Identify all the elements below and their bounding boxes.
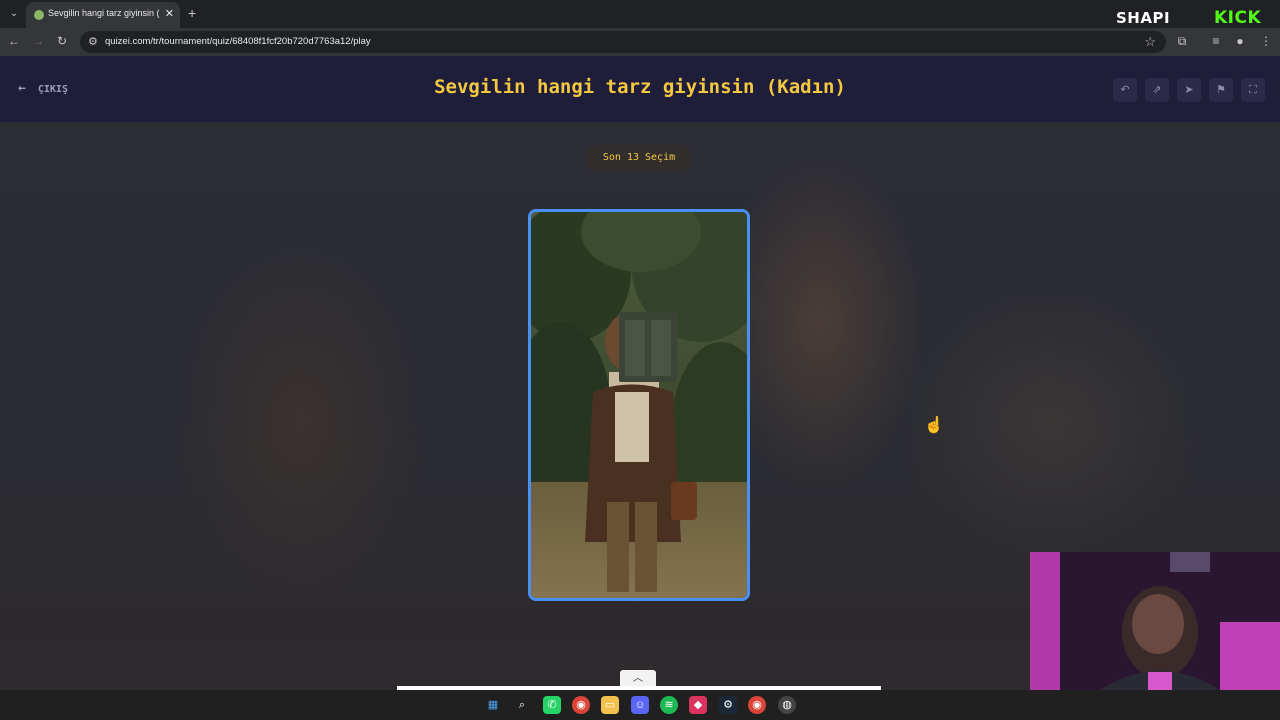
kick-logo: KICK — [1214, 8, 1262, 28]
menu-icon[interactable]: ⋮ — [1258, 34, 1274, 48]
os-taskbar: ▦ ⌕ ✆ ◉ ▭ ☺ ≋ ◆ ⚙ ◉ ◍ — [0, 690, 1280, 720]
media-icon[interactable]: ≡ — [1208, 34, 1224, 48]
chrome-icon[interactable]: ◉ — [572, 696, 590, 714]
tab-search-icon[interactable]: ⌄ — [6, 6, 22, 22]
browser-tab-bar: ⌄ Sevgilin hangi tarz giyinsin (Kadın) ✕… — [0, 0, 1280, 28]
favicon-icon — [34, 10, 44, 20]
search-icon[interactable]: ⌕ — [513, 696, 531, 714]
round-badge: Son 13 Seçim — [585, 145, 693, 171]
obs-icon[interactable]: ◍ — [778, 696, 796, 714]
webcam-feed — [1030, 552, 1280, 690]
site-info-icon[interactable]: ⚙ — [88, 35, 98, 48]
spotify-icon[interactable]: ≋ — [660, 696, 678, 714]
share-icon[interactable]: ⇗ — [1145, 78, 1169, 102]
chrome-profile-icon[interactable]: ◉ — [748, 696, 766, 714]
forward-icon[interactable]: → — [30, 34, 46, 48]
close-tab-icon[interactable]: ✕ — [165, 7, 174, 20]
whatsapp-icon[interactable]: ✆ — [543, 696, 561, 714]
choice-card[interactable] — [528, 209, 750, 601]
fullscreen-icon[interactable]: ⛶ — [1241, 78, 1265, 102]
url-text[interactable]: quizei.com/tr/tournament/quiz/68408f1fcf… — [105, 36, 371, 47]
back-icon[interactable]: ← — [6, 34, 22, 48]
file-explorer-icon[interactable]: ▭ — [601, 696, 619, 714]
quiz-header: ← ÇIKIŞ Sevgilin hangi tarz giyinsin (Ka… — [0, 56, 1280, 122]
mouse-cursor-icon: ☝ — [924, 417, 944, 434]
send-icon[interactable]: ➤ — [1177, 78, 1201, 102]
windows-start-icon[interactable]: ▦ — [484, 696, 502, 714]
browser-tab[interactable]: Sevgilin hangi tarz giyinsin (Kadın) ✕ — [26, 2, 180, 28]
discord-icon[interactable]: ☺ — [631, 696, 649, 714]
browser-nav-bar: ← → ↻ ⚙ quizei.com/tr/tournament/quiz/68… — [0, 28, 1280, 56]
new-tab-icon[interactable]: + — [188, 5, 196, 21]
shapi-logo: SHAPI — [1116, 9, 1171, 27]
tab-title: Sevgilin hangi tarz giyinsin (Kadın) — [48, 8, 160, 18]
profile-icon[interactable]: ● — [1232, 34, 1248, 48]
quiz-title: Sevgilin hangi tarz giyinsin (Kadın) — [434, 76, 846, 98]
steam-icon[interactable]: ⚙ — [719, 696, 737, 714]
webcam-overlay — [1030, 552, 1280, 690]
extensions-icon[interactable]: ⧉ — [1174, 34, 1190, 49]
reload-icon[interactable]: ↻ — [54, 34, 70, 48]
bookmark-star-icon[interactable]: ☆ — [1144, 34, 1156, 50]
flag-icon[interactable]: ⚑ — [1209, 78, 1233, 102]
app-icon[interactable]: ◆ — [689, 696, 707, 714]
undo-icon[interactable]: ↶ — [1113, 78, 1137, 102]
address-bar[interactable]: ⚙ quizei.com/tr/tournament/quiz/68408f1f… — [80, 31, 1166, 53]
quiz-page: ← ÇIKIŞ Sevgilin hangi tarz giyinsin (Ka… — [0, 56, 1280, 690]
outfit-photo — [531, 212, 747, 598]
